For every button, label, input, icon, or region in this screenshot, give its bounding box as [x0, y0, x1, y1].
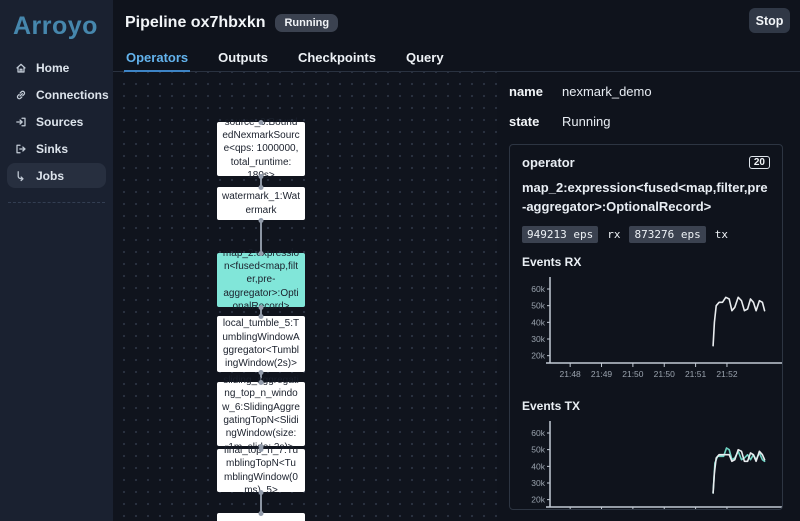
svg-text:50k: 50k: [531, 300, 545, 310]
sidebar-item-home[interactable]: Home: [7, 55, 106, 80]
tab-outputs[interactable]: Outputs: [216, 45, 270, 72]
state-row: state Running: [509, 114, 800, 129]
name-label: name: [509, 84, 543, 99]
home-icon: [16, 63, 26, 73]
tx-label: tx: [714, 227, 728, 241]
svg-text:20k: 20k: [531, 494, 545, 504]
svg-text:21:51: 21:51: [685, 369, 707, 379]
events-tx-chart-title: Events TX: [522, 398, 581, 413]
sidebar-item-label: Jobs: [36, 168, 65, 183]
tx-eps-badge: 873276 eps: [629, 225, 706, 243]
sidebar: Arroyo Home Connections Sources Sinks Jobs: [0, 0, 113, 521]
pipeline-node[interactable]: map_2:expression<fused<map,filter,pre-ag…: [217, 248, 305, 312]
stop-button[interactable]: Stop: [749, 8, 790, 33]
throughput-row: 949213 eps rx 873276 eps tx: [522, 225, 770, 243]
svg-text:30k: 30k: [531, 478, 545, 488]
sidebar-item-label: Connections: [36, 87, 109, 102]
pipeline-node[interactable]: local_tumble_5:TumblingWindowAggregator<…: [217, 316, 305, 372]
operator-card: operator 20 map_2:expression<fused<map,f…: [509, 144, 783, 510]
state-value: Running: [562, 114, 611, 129]
name-row: name nexmark_demo: [509, 84, 800, 99]
sidebar-item-label: Home: [36, 60, 70, 75]
svg-text:21:49: 21:49: [591, 369, 613, 379]
tab-bar: Operators Outputs Checkpoints Query: [113, 45, 800, 72]
pipeline-node[interactable]: [217, 513, 305, 521]
sidebar-item-sinks[interactable]: Sinks: [7, 136, 106, 161]
arroyo-logo: Arroyo: [13, 12, 98, 40]
pipeline-node[interactable]: sliding_aggregating_top_n_window_6:Slidi…: [217, 375, 305, 453]
operator-parallelism-badge: 20: [748, 156, 770, 169]
arrow-into-bracket-icon: [16, 117, 26, 126]
branch-arrow-icon: [17, 170, 24, 181]
link-icon: [16, 90, 26, 99]
operator-card-header: operator 20: [522, 155, 770, 170]
sidebar-item-sources[interactable]: Sources: [7, 109, 106, 134]
sidebar-nav: Home Connections Sources Sinks Jobs: [0, 55, 113, 188]
pipeline-node[interactable]: final_top_n_7:TumblingTopN<TumblingWindo…: [217, 445, 305, 496]
events-rx-chart-title: Events RX: [522, 254, 582, 269]
tab-operators[interactable]: Operators: [124, 45, 191, 72]
page-title: Pipeline ox7hbxkn: [125, 13, 266, 31]
sidebar-item-jobs[interactable]: Jobs: [7, 163, 106, 188]
svg-text:20k: 20k: [531, 350, 545, 360]
pipeline-node[interactable]: watermark_1:Watermark: [217, 187, 305, 220]
events-rx-plot: 20k 30k 40k 50k 60k 21:48 21:49 21:50 21:50 21:51…: [531, 276, 782, 379]
pipeline-canvas[interactable]: source_0:BoundedNexmarkSource<qps: 10000…: [113, 72, 497, 521]
rx-eps-badge: 949213 eps: [522, 225, 599, 243]
operator-description: map_2:expression<fused<map,filter,pre-ag…: [522, 180, 768, 214]
tab-query[interactable]: Query: [404, 45, 446, 72]
events-tx-plot: 20k30k40k50k60k21:4821:4921:5021:5021:51…: [531, 420, 782, 509]
svg-text:21:50: 21:50: [654, 369, 676, 379]
name-value: nexmark_demo: [562, 84, 652, 99]
arrow-out-of-bracket-icon: [16, 144, 26, 153]
sidebar-item-connections[interactable]: Connections: [7, 82, 109, 107]
svg-text:21:50: 21:50: [622, 369, 644, 379]
svg-text:40k: 40k: [531, 317, 545, 327]
sidebar-item-label: Sources: [36, 114, 84, 129]
sidebar-divider: [8, 202, 105, 203]
header: Pipeline ox7hbxkn Running Stop: [113, 0, 800, 45]
svg-text:21:48: 21:48: [560, 369, 582, 379]
app-window: Arroyo Home Connections Sources Sinks Jobs P…: [0, 0, 800, 521]
tab-checkpoints[interactable]: Checkpoints: [296, 45, 378, 72]
svg-text:50k: 50k: [531, 444, 545, 454]
details-panel: name nexmark_demo state Running operator…: [497, 72, 800, 521]
sidebar-item-label: Sinks: [36, 141, 69, 156]
operator-card-title: operator: [522, 155, 575, 170]
svg-text:30k: 30k: [531, 334, 545, 344]
svg-text:21:52: 21:52: [716, 369, 738, 379]
status-badge: Running: [275, 13, 339, 32]
svg-text:60k: 60k: [531, 284, 545, 294]
events-tx-chart: 20k30k40k50k60k21:4821:4921:5021:5021:51…: [522, 415, 782, 509]
svg-text:40k: 40k: [531, 461, 545, 471]
pipeline-node[interactable]: source_0:BoundedNexmarkSource<qps: 10000…: [217, 117, 305, 181]
rx-label: rx: [607, 227, 621, 241]
svg-text:60k: 60k: [531, 428, 545, 438]
state-label: state: [509, 114, 540, 129]
events-rx-chart: 20k 30k 40k 50k 60k 21:48 21:49 21:50 21:50 21:51…: [522, 271, 782, 387]
